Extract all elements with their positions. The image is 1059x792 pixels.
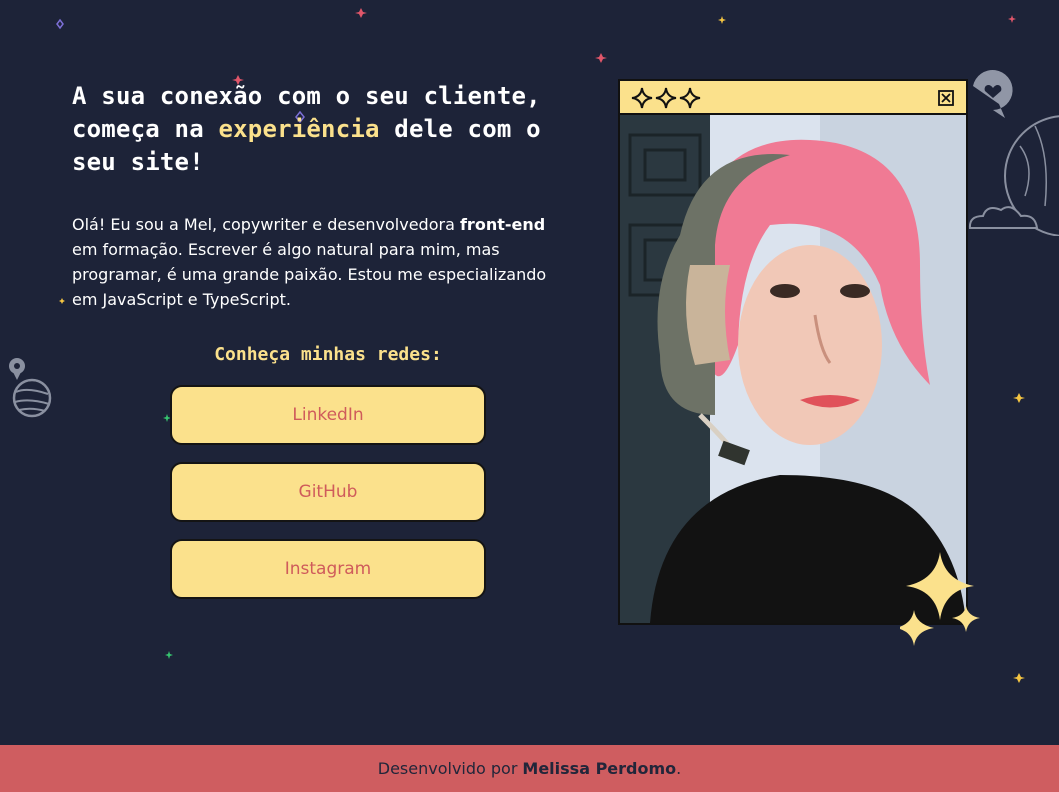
social-heading: Conheça minhas redes: — [214, 344, 442, 365]
footer-author-link[interactable]: Melissa Perdomo — [522, 759, 676, 778]
window-title-bar — [620, 81, 966, 115]
sparkles-icon — [900, 552, 980, 646]
headline-highlight: experiência — [218, 115, 380, 143]
footer-suffix: . — [676, 759, 682, 778]
intro-bold-text: front-end — [459, 215, 546, 234]
instagram-button[interactable]: Instagram — [170, 539, 486, 599]
github-button[interactable]: GitHub — [170, 462, 486, 522]
close-icon[interactable] — [938, 90, 954, 106]
footer-prefix: Desenvolvido por — [377, 759, 518, 778]
sparkle-icons — [631, 87, 701, 109]
page-footer: Desenvolvido por Melissa Perdomo . — [0, 745, 1059, 792]
page-headline: A sua conexão com o seu cliente, começa … — [72, 82, 541, 176]
planet-icon — [9, 358, 52, 418]
intro-paragraph: Olá! Eu sou a Mel, copywriter e desenvol… — [72, 215, 547, 309]
photo-window — [618, 79, 968, 625]
linkedin-button[interactable]: LinkedIn — [170, 385, 486, 445]
profile-photo — [620, 115, 966, 623]
globe-heart-icon — [968, 70, 1059, 236]
